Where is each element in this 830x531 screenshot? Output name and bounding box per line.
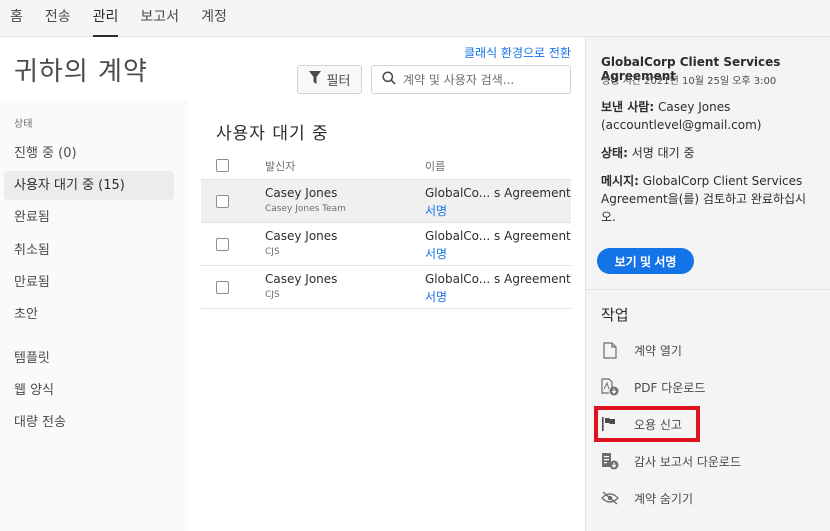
row-sign-link[interactable]: 서명 bbox=[425, 202, 447, 219]
switch-classic-link[interactable]: 클래식 환경으로 전환 bbox=[464, 44, 571, 61]
action-label: PDF 다운로드 bbox=[634, 380, 706, 395]
top-navigation: 홈 전송 관리 보고서 계정 bbox=[0, 0, 830, 37]
action-label: 감사 보고서 다운로드 bbox=[634, 454, 741, 469]
document-icon bbox=[598, 340, 622, 360]
sidebar-item-mass-send[interactable]: 대량 전송 bbox=[4, 408, 174, 437]
sidebar-item-in-progress[interactable]: 진행 중 (0) bbox=[4, 139, 174, 168]
row-checkbox[interactable] bbox=[216, 195, 229, 208]
action-hide-agreement[interactable]: 계약 숨기기 bbox=[598, 484, 693, 512]
table-row[interactable]: Casey Jones Casey Jones Team GlobalCo...… bbox=[201, 180, 571, 223]
sender-label: 보낸 사람: bbox=[601, 100, 655, 114]
row-sender: Casey Jones bbox=[265, 186, 338, 200]
filter-icon bbox=[308, 71, 321, 88]
audit-report-download-icon bbox=[598, 451, 622, 471]
row-checkbox[interactable] bbox=[216, 238, 229, 251]
row-agreement-name: GlobalCo... s Agreement bbox=[425, 229, 571, 243]
select-all-checkbox[interactable] bbox=[216, 159, 229, 172]
row-sender-group: Casey Jones Team bbox=[265, 204, 346, 214]
message-label: 메시지: bbox=[601, 174, 639, 188]
row-sender: Casey Jones bbox=[265, 229, 338, 243]
action-report-abuse[interactable]: 오용 신고 bbox=[594, 406, 700, 442]
status-label: 상태: bbox=[601, 146, 628, 160]
row-sender: Casey Jones bbox=[265, 272, 338, 286]
page-title: 귀하의 계약 bbox=[14, 57, 148, 87]
tab-send[interactable]: 전송 bbox=[45, 0, 71, 37]
sidebar-item-expired[interactable]: 만료됨 bbox=[4, 268, 174, 297]
status-field: 상태: 서명 대기 중 bbox=[601, 144, 816, 162]
tab-reports[interactable]: 보고서 bbox=[140, 0, 179, 37]
flag-icon bbox=[598, 414, 622, 434]
row-sender-group: CJS bbox=[265, 290, 280, 300]
table-row[interactable]: Casey Jones CJS GlobalCo... s Agreement … bbox=[201, 266, 571, 309]
sidebar-item-waiting-for-others[interactable]: 사용자 대기 중 (15) bbox=[4, 171, 174, 200]
column-header-sender[interactable]: 발신자 bbox=[265, 158, 295, 174]
action-label: 계약 열기 bbox=[634, 343, 682, 358]
action-open-agreement[interactable]: 계약 열기 bbox=[598, 336, 682, 364]
hide-eye-icon bbox=[598, 488, 622, 508]
row-agreement-name: GlobalCo... s Agreement bbox=[425, 186, 571, 200]
filter-label: 필터 bbox=[326, 74, 351, 89]
message-field: 메시지: GlobalCorp Client Services Agreemen… bbox=[601, 172, 816, 226]
column-header-name[interactable]: 이름 bbox=[425, 158, 445, 174]
search-box[interactable] bbox=[371, 65, 571, 94]
action-download-pdf[interactable]: PDF 다운로드 bbox=[598, 373, 705, 401]
status-section-label: 상태 bbox=[14, 119, 33, 130]
tab-manage[interactable]: 관리 bbox=[92, 0, 118, 37]
agreement-detail-panel: GlobalCorp Client Services Agreement 생성 … bbox=[586, 37, 830, 531]
row-checkbox[interactable] bbox=[216, 281, 229, 294]
pdf-download-icon bbox=[598, 377, 622, 397]
row-agreement-name: GlobalCo... s Agreement bbox=[425, 272, 571, 286]
list-title: 사용자 대기 중 bbox=[216, 124, 329, 144]
action-download-audit-report[interactable]: 감사 보고서 다운로드 bbox=[598, 447, 741, 475]
section-divider bbox=[586, 289, 830, 290]
action-label: 오용 신고 bbox=[634, 417, 682, 432]
filter-button[interactable]: 필터 bbox=[297, 65, 362, 94]
agreements-table: 발신자 이름 Casey Jones Casey Jones Team Glob… bbox=[201, 150, 571, 309]
sidebar-item-cancelled[interactable]: 취소됨 bbox=[4, 236, 174, 265]
table-header: 발신자 이름 bbox=[201, 150, 571, 180]
tab-home[interactable]: 홈 bbox=[10, 0, 23, 37]
sidebar-item-web-forms[interactable]: 웹 양식 bbox=[4, 376, 174, 405]
search-input[interactable] bbox=[403, 72, 563, 87]
search-icon bbox=[382, 70, 396, 89]
agreement-created-date: 생성 시간 2021년 10월 25일 오후 3:00 bbox=[601, 76, 777, 87]
action-label: 계약 숨기기 bbox=[634, 491, 694, 506]
status-value: 서명 대기 중 bbox=[631, 146, 695, 160]
view-and-sign-button[interactable]: 보기 및 서명 bbox=[597, 248, 694, 274]
status-sidebar: 상태 진행 중 (0) 사용자 대기 중 (15) 완료됨 취소됨 만료됨 초안… bbox=[0, 100, 188, 531]
row-sign-link[interactable]: 서명 bbox=[425, 288, 447, 305]
row-sender-group: CJS bbox=[265, 247, 280, 257]
sidebar-item-templates[interactable]: 템플릿 bbox=[4, 344, 174, 373]
sidebar-item-draft[interactable]: 초안 bbox=[4, 300, 174, 329]
sender-field: 보낸 사람: Casey Jones (accountlevel@gmail.c… bbox=[601, 98, 816, 134]
row-sign-link[interactable]: 서명 bbox=[425, 245, 447, 262]
tab-account[interactable]: 계정 bbox=[201, 0, 227, 37]
sidebar-item-completed[interactable]: 완료됨 bbox=[4, 203, 174, 232]
actions-title: 작업 bbox=[601, 306, 629, 324]
table-row[interactable]: Casey Jones CJS GlobalCo... s Agreement … bbox=[201, 223, 571, 266]
